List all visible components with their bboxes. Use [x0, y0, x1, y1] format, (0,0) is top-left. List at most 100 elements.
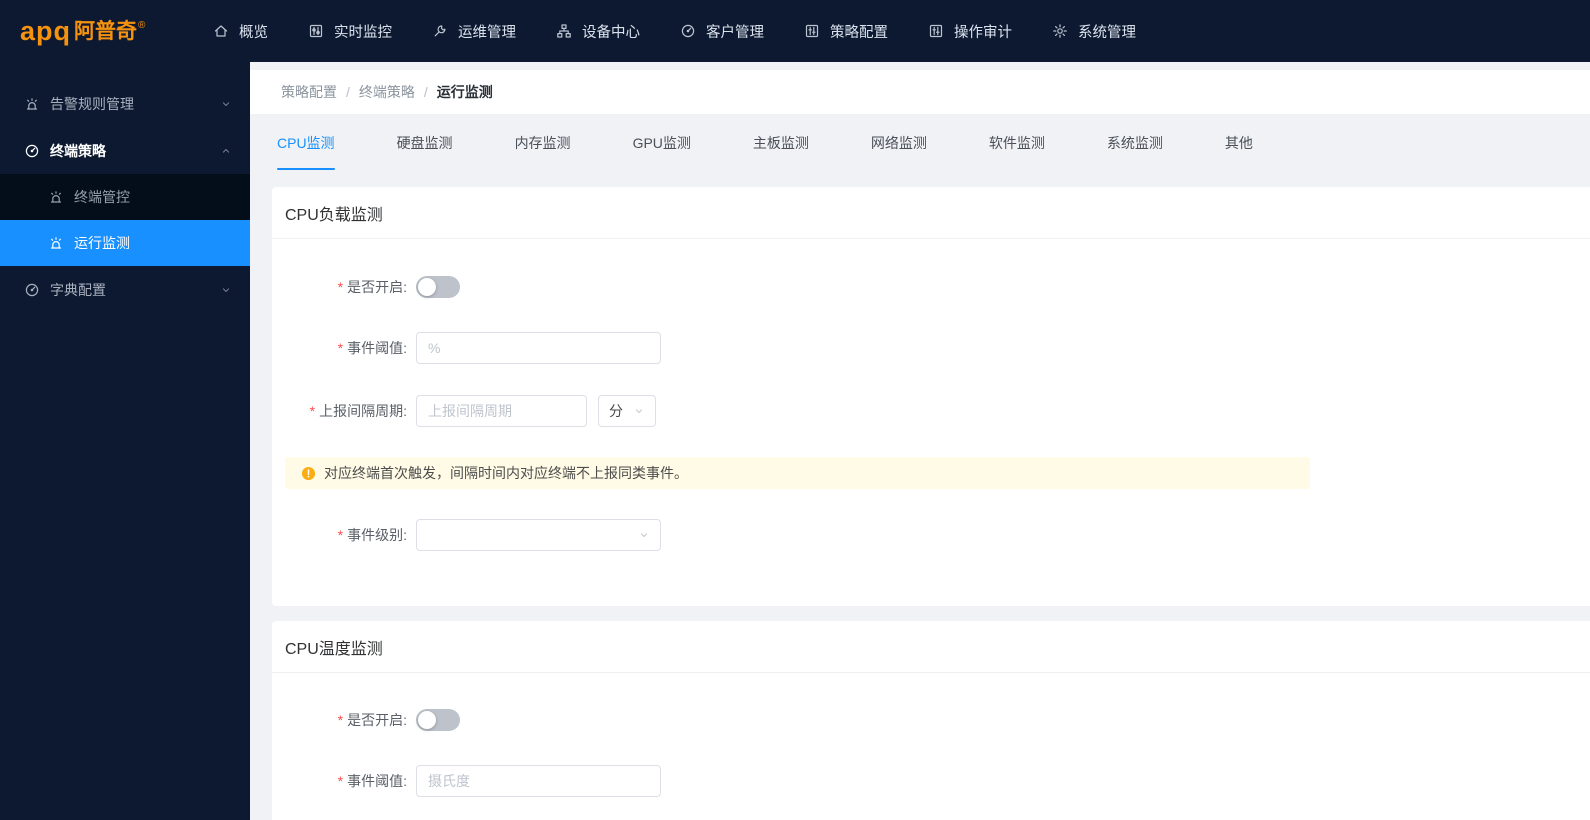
tab-gpu-monitor[interactable]: GPU监测 — [633, 114, 691, 172]
field-label: * 是否开启: — [337, 712, 407, 728]
nav-item-label: 运维管理 — [458, 24, 516, 41]
field-event-level: * 事件级别: — [285, 519, 1590, 551]
gauge-icon — [24, 143, 40, 159]
chevron-down-icon — [220, 284, 232, 296]
enable-toggle[interactable] — [416, 276, 460, 298]
warning-alert: 对应终端首次触发，间隔时间内对应终端不上报同类事件。 — [285, 457, 1310, 489]
top-nav: apq 阿普奇 ® 概览 实时监控 运维管理 设备中心 客户管理 策略配置 操作… — [0, 0, 1590, 62]
sliders-icon — [928, 23, 944, 39]
card-cpu-load-monitor: CPU负载监测 *是否开启: *事件阈值: *上报间隔周期: 分 — [272, 187, 1590, 606]
sidebar-subitem-label: 运行监测 — [74, 235, 130, 251]
field-threshold: * 事件阈值: — [285, 765, 1590, 797]
required-asterisk: * — [337, 773, 344, 789]
tab-other[interactable]: 其他 — [1225, 114, 1253, 172]
toggle-knob — [418, 711, 436, 729]
nav-item-device-center[interactable]: 设备中心 — [536, 0, 660, 62]
threshold-input[interactable] — [416, 332, 661, 364]
nav-item-realtime-monitor[interactable]: 实时监控 — [288, 0, 412, 62]
tab-software-monitor[interactable]: 软件监测 — [989, 114, 1045, 172]
sidebar-item-dictionary-config[interactable]: 字典配置 — [0, 266, 250, 313]
required-asterisk: * — [337, 527, 344, 543]
tab-bar: CPU监测 硬盘监测 内存监测 GPU监测 主板监测 网络监测 软件监测 系统监… — [250, 114, 1590, 172]
nav-item-label: 概览 — [239, 24, 268, 41]
field-enable: * 是否开启: — [285, 709, 1590, 731]
event-level-select[interactable] — [416, 519, 661, 551]
sitemap-icon — [556, 23, 572, 39]
alarm-icon — [24, 96, 40, 112]
interval-unit-select[interactable]: 分 — [598, 395, 656, 427]
nav-item-ops-management[interactable]: 运维管理 — [412, 0, 536, 62]
home-icon — [213, 23, 229, 39]
field-label: * 事件级别: — [337, 527, 407, 543]
tab-system-monitor[interactable]: 系统监测 — [1107, 114, 1163, 172]
nav-item-system-management[interactable]: 系统管理 — [1032, 0, 1156, 62]
gauge-icon — [24, 282, 40, 298]
tab-memory-monitor[interactable]: 内存监测 — [515, 114, 571, 172]
registered-mark: ® — [138, 19, 146, 31]
field-report-interval: *上报间隔周期: 分 — [285, 395, 1590, 427]
sidebar-item-label: 终端策略 — [50, 142, 106, 159]
field-label: * 事件阈值: — [337, 773, 407, 789]
tab-network-monitor[interactable]: 网络监测 — [871, 114, 927, 172]
required-asterisk: * — [337, 340, 344, 356]
chevron-down-icon — [638, 529, 650, 541]
alarm-icon — [48, 189, 64, 205]
sliders-icon — [804, 23, 820, 39]
brand-logo: apq 阿普奇 ® — [20, 15, 193, 46]
sidebar-submenu: 终端管控 运行监测 — [0, 174, 250, 266]
chevron-down-icon — [633, 405, 645, 417]
required-asterisk: * — [309, 403, 316, 419]
warning-text: 对应终端首次触发，间隔时间内对应终端不上报同类事件。 — [324, 465, 688, 481]
sidebar-subitem-run-monitor[interactable]: 运行监测 — [0, 220, 250, 266]
nav-item-customer-management[interactable]: 客户管理 — [660, 0, 784, 62]
field-label: * 是否开启: — [337, 279, 407, 295]
tab-mainboard-monitor[interactable]: 主板监测 — [753, 114, 809, 172]
enable-toggle[interactable] — [416, 709, 460, 731]
monitor-panel-icon — [308, 23, 324, 39]
required-asterisk: * — [337, 712, 344, 728]
sidebar-item-alarm-rules[interactable]: 告警规则管理 — [0, 80, 250, 127]
nav-item-label: 设备中心 — [582, 24, 640, 41]
card-cpu-temp-monitor: CPU温度监测 * 是否开启: * 事件阈值: — [272, 621, 1590, 820]
nav-item-label: 系统管理 — [1078, 24, 1136, 41]
threshold-input[interactable] — [416, 765, 661, 797]
field-label: * 上报间隔周期: — [309, 403, 407, 419]
breadcrumb-item-policy-config[interactable]: 策略配置 — [281, 82, 337, 102]
toggle-knob — [418, 278, 436, 296]
warning-icon — [301, 466, 316, 480]
nav-item-operation-audit[interactable]: 操作审计 — [908, 0, 1032, 62]
main-content: 策略配置 / 终端策略 / 运行监测 CPU监测 硬盘监测 内存监测 GPU监测… — [250, 62, 1590, 820]
sidebar-subitem-terminal-control[interactable]: 终端管控 — [0, 174, 250, 220]
breadcrumb-item-run-monitor: 运行监测 — [436, 84, 493, 100]
sidebar-item-label: 告警规则管理 — [50, 95, 134, 112]
nav-item-label: 操作审计 — [954, 24, 1012, 41]
tab-disk-monitor[interactable]: 硬盘监测 — [397, 114, 453, 172]
sidebar-item-label: 字典配置 — [50, 281, 106, 298]
nav-item-label: 实时监控 — [334, 24, 392, 41]
card-title: CPU温度监测 — [272, 621, 1590, 673]
gauge-icon — [680, 23, 696, 39]
gear-icon — [1052, 23, 1068, 39]
tab-cpu-monitor[interactable]: CPU监测 — [277, 114, 335, 172]
breadcrumb-item-terminal-policy[interactable]: 终端策略 — [359, 82, 415, 102]
sidebar-item-terminal-policy[interactable]: 终端策略 — [0, 127, 250, 174]
interval-input[interactable] — [416, 395, 587, 427]
nav-item-overview[interactable]: 概览 — [193, 0, 288, 62]
field-enable: * 是否开启: — [285, 276, 1590, 298]
logo-chinese: 阿普奇 — [74, 19, 138, 43]
breadcrumb-separator: / — [346, 84, 350, 100]
chevron-up-icon — [220, 145, 232, 157]
sidebar-subitem-label: 终端管控 — [74, 189, 130, 205]
card-title: CPU负载监测 — [272, 187, 1590, 239]
required-asterisk: * — [337, 279, 344, 295]
wrench-icon — [432, 23, 448, 39]
nav-item-policy-config[interactable]: 策略配置 — [784, 0, 908, 62]
sidebar: 告警规则管理 终端策略 终端管控 运行监测 字典配置 — [0, 62, 250, 820]
alarm-icon — [48, 235, 64, 251]
logo-latin: apq — [20, 15, 72, 46]
breadcrumb-separator: / — [423, 84, 428, 100]
chevron-down-icon — [220, 98, 232, 110]
field-threshold: * 事件阈值: — [285, 332, 1590, 364]
select-value: 分 — [609, 403, 623, 419]
nav-item-label: 客户管理 — [706, 24, 764, 41]
